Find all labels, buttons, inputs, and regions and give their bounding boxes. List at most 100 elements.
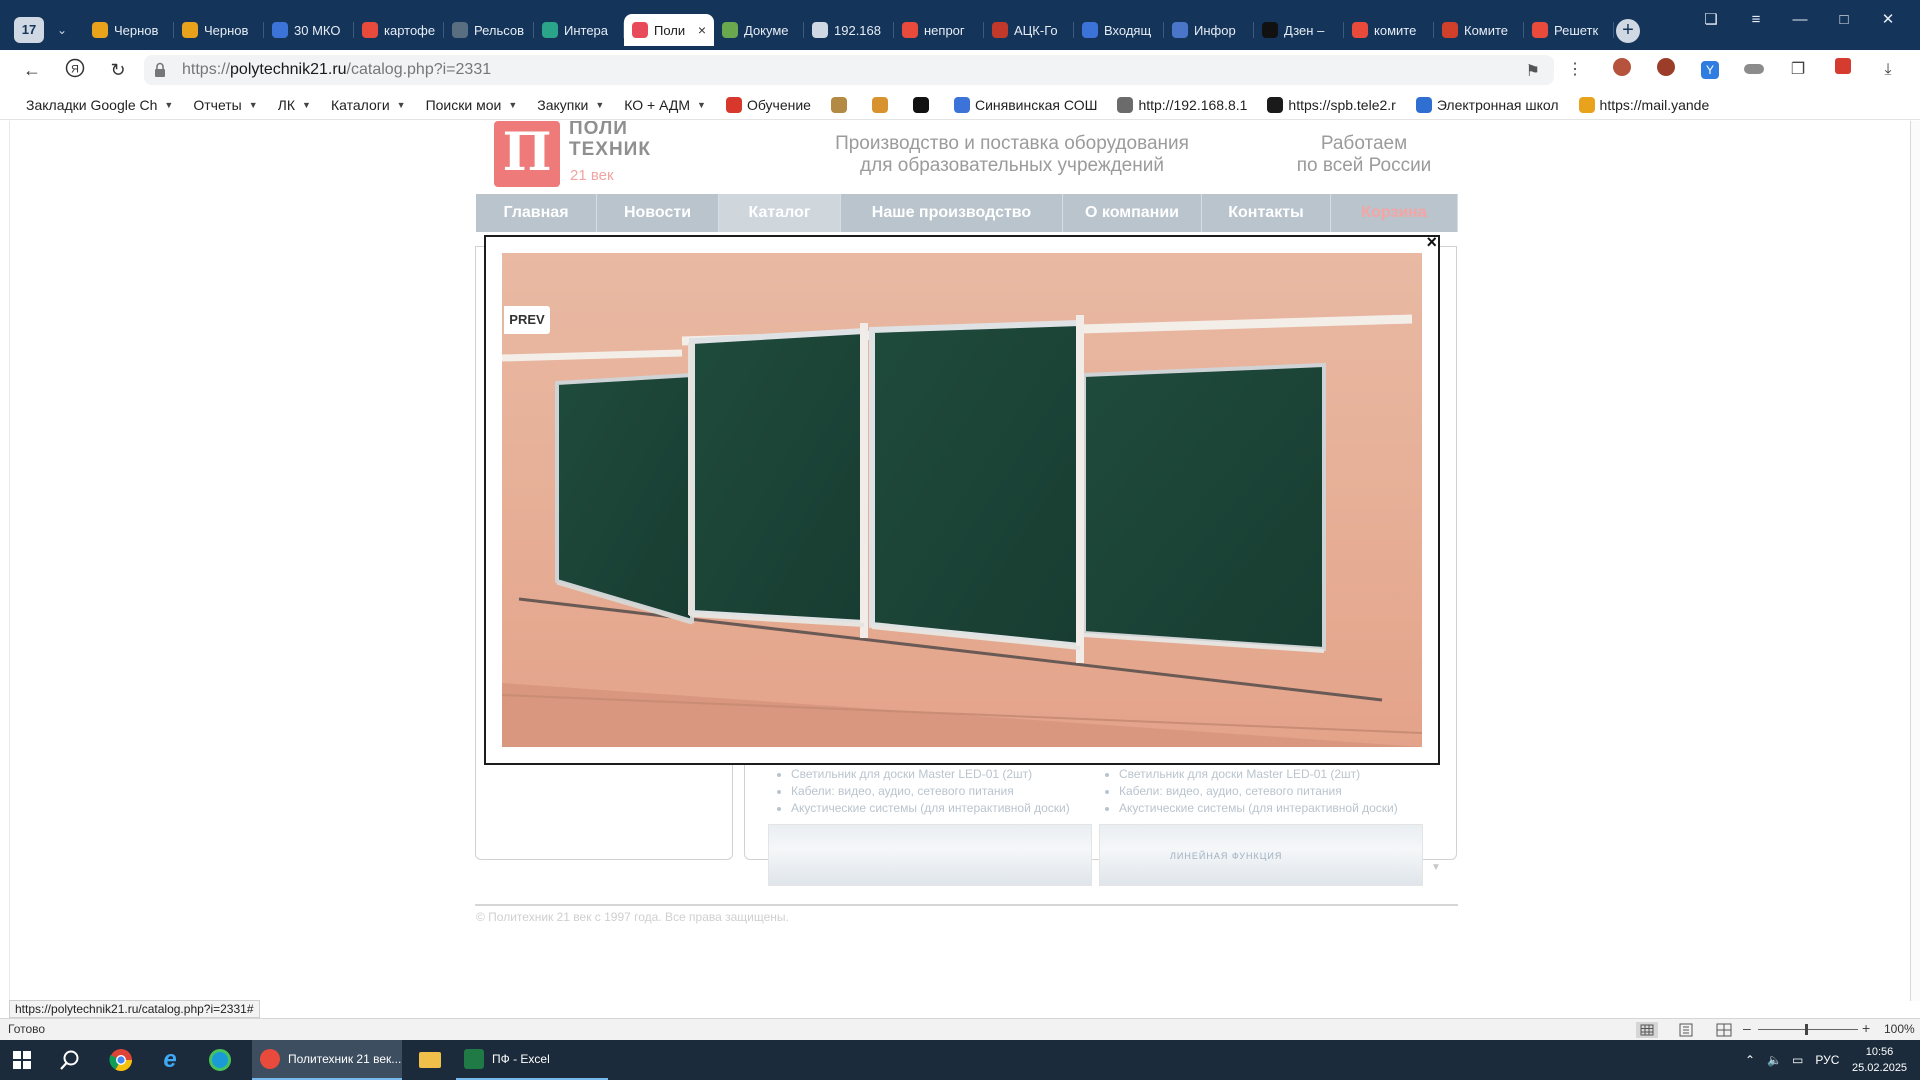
tab[interactable]: 192.168	[804, 14, 894, 46]
taskbar-app[interactable]: ПФ - Excel	[456, 1040, 608, 1080]
volume-icon[interactable]: 🔈	[1767, 1053, 1782, 1067]
close-window-button[interactable]: ✕	[1873, 8, 1903, 32]
prev-button[interactable]: PREV	[504, 306, 550, 334]
bookmark-item[interactable]: Синявинская СОШ	[953, 96, 1098, 113]
bookmark-item[interactable]	[912, 96, 934, 113]
yandex-extension-icon[interactable]: Y	[1697, 58, 1723, 82]
yandex-icon	[362, 22, 378, 38]
taskbar-app[interactable]: Политехник 21 век...	[252, 1040, 402, 1080]
school-icon	[1415, 96, 1432, 113]
pdf-extension-icon[interactable]	[1830, 58, 1856, 82]
site-nav-item[interactable]: Главная	[476, 194, 597, 232]
bookmark-item[interactable]: Каталоги ▼	[331, 97, 406, 113]
chrome-icon[interactable]	[103, 1046, 139, 1074]
tab[interactable]: Чернов	[174, 14, 264, 46]
list-item: Акустические системы (для интерактивной …	[1119, 800, 1398, 817]
downloads-icon[interactable]: ⤓	[1875, 58, 1901, 82]
reload-button[interactable]: ↻	[104, 58, 132, 82]
product-photo[interactable]	[502, 253, 1422, 747]
tab[interactable]: Поли ×	[624, 14, 714, 46]
tab[interactable]: Докуме	[714, 14, 804, 46]
close-icon[interactable]: ×	[1426, 232, 1437, 253]
logo-wordmark[interactable]: ПОЛИ ТЕХНИК	[569, 121, 651, 160]
new-tab-button[interactable]: +	[1616, 19, 1640, 43]
product-thumbnail[interactable]	[768, 824, 1092, 886]
bookmark-item[interactable]: ЛК ▼	[278, 97, 311, 113]
site-nav-item[interactable]: Каталог	[719, 194, 841, 232]
bookmark-item[interactable]: Отчеты ▼	[193, 97, 257, 113]
maximize-window-button[interactable]: □	[1829, 8, 1859, 32]
menu-icon[interactable]: ≡	[1741, 8, 1771, 32]
chevron-up-icon[interactable]: ⌃	[1745, 1053, 1755, 1067]
site-logo[interactable]: П	[494, 121, 560, 187]
language-indicator[interactable]: РУС	[1815, 1053, 1839, 1067]
tab[interactable]: Комите	[1434, 14, 1524, 46]
site-nav-item[interactable]: Контакты	[1202, 194, 1331, 232]
scroll-down-arrow[interactable]: ▼	[1431, 862, 1441, 873]
page-break-view-icon[interactable]	[1713, 1022, 1735, 1038]
tab[interactable]: картофе	[354, 14, 444, 46]
bookmark-item[interactable]: Поиски мои ▼	[426, 97, 518, 113]
zoom-slider[interactable]	[1758, 1029, 1858, 1030]
site-nav-item[interactable]: Новости	[597, 194, 719, 232]
product-thumbnail[interactable]: ЛИНЕЙНАЯ ФУНКЦИЯ	[1099, 824, 1423, 886]
site-nav-item[interactable]: Корзина	[1331, 194, 1458, 232]
bookmark-item[interactable]: Закупки ▼	[537, 97, 604, 113]
zoom-level[interactable]: 100%	[1884, 1022, 1915, 1036]
tab[interactable]: Входящ	[1074, 14, 1164, 46]
bookmark-item[interactable]: КО + АДМ ▼	[624, 97, 706, 113]
bookmark-page-icon[interactable]: ⚑	[1526, 61, 1540, 81]
site-nav-item[interactable]: Наше производство	[841, 194, 1063, 232]
tele2-icon	[1267, 96, 1284, 113]
lock-icon[interactable]	[154, 62, 166, 78]
bookmark-item[interactable]: https://mail.yande	[1578, 96, 1709, 113]
zoom-slider-thumb[interactable]	[1805, 1024, 1808, 1035]
extension-avatar-icon[interactable]	[1609, 58, 1635, 82]
tab[interactable]: Рельсов	[444, 14, 534, 46]
file-explorer-icon[interactable]	[412, 1046, 448, 1074]
address-input[interactable]: https://polytechnik21.ru/catalog.php?i=2…	[144, 55, 1554, 85]
vpn-extension-icon[interactable]	[1741, 58, 1767, 82]
zoom-in-button[interactable]: +	[1862, 1020, 1870, 1036]
bookmark-item[interactable]	[871, 96, 893, 113]
tab[interactable]: 30 МКО	[264, 14, 354, 46]
normal-view-icon[interactable]	[1636, 1022, 1658, 1038]
edge-icon[interactable]	[202, 1046, 238, 1074]
page-layout-view-icon[interactable]	[1675, 1022, 1697, 1038]
close-tab-icon[interactable]: ×	[698, 22, 706, 38]
bookmark-item[interactable]: Закладки Google Ch ▼	[26, 97, 173, 113]
back-button[interactable]: ←	[18, 58, 46, 82]
extension-avatar-icon[interactable]	[1653, 58, 1679, 82]
tab[interactable]: АЦК-Го	[984, 14, 1074, 46]
site-nav-item[interactable]: О компании	[1063, 194, 1202, 232]
yandex-home-button[interactable]: Я	[61, 58, 89, 82]
network-icon[interactable]: ▭	[1792, 1053, 1803, 1067]
tab[interactable]: Чернов	[84, 14, 174, 46]
minimize-window-button[interactable]: —	[1785, 8, 1815, 32]
extensions-puzzle-icon[interactable]: ❐	[1785, 58, 1811, 82]
bookmark-item[interactable]: https://spb.tele2.r	[1267, 96, 1396, 113]
collections-icon[interactable]: ❏	[1696, 8, 1726, 32]
more-options-icon[interactable]: ⋮	[1562, 58, 1588, 82]
tab[interactable]: Инфор	[1164, 14, 1254, 46]
tab[interactable]: Интера	[534, 14, 624, 46]
bookmark-label: КО + АДМ	[624, 96, 691, 113]
zoom-out-button[interactable]: –	[1743, 1020, 1751, 1036]
system-clock[interactable]: 10:56 25.02.2025	[1852, 1044, 1907, 1076]
tab[interactable]: Решетк	[1524, 14, 1614, 46]
bookmark-label: Синявинская СОШ	[974, 96, 1098, 113]
chevron-down-icon[interactable]: ⌄	[50, 18, 74, 42]
bookmark-item[interactable]: Обучение	[725, 96, 811, 113]
tab[interactable]: комите	[1344, 14, 1434, 46]
bookmark-item[interactable]: http://192.168.8.1	[1117, 96, 1247, 113]
search-button[interactable]	[52, 1046, 88, 1074]
start-button[interactable]	[4, 1046, 40, 1074]
tab[interactable]: непрог	[894, 14, 984, 46]
tab[interactable]: Дзен –	[1254, 14, 1344, 46]
bookmark-item[interactable]: Электронная школ	[1415, 96, 1559, 113]
bookmark-item[interactable]	[830, 96, 852, 113]
tab-counter-button[interactable]: 17	[14, 17, 44, 43]
internet-explorer-icon[interactable]: e	[152, 1046, 188, 1074]
taskbar-app-label: Политехник 21 век...	[288, 1052, 402, 1066]
bookmark-label: Закупки	[537, 96, 589, 113]
